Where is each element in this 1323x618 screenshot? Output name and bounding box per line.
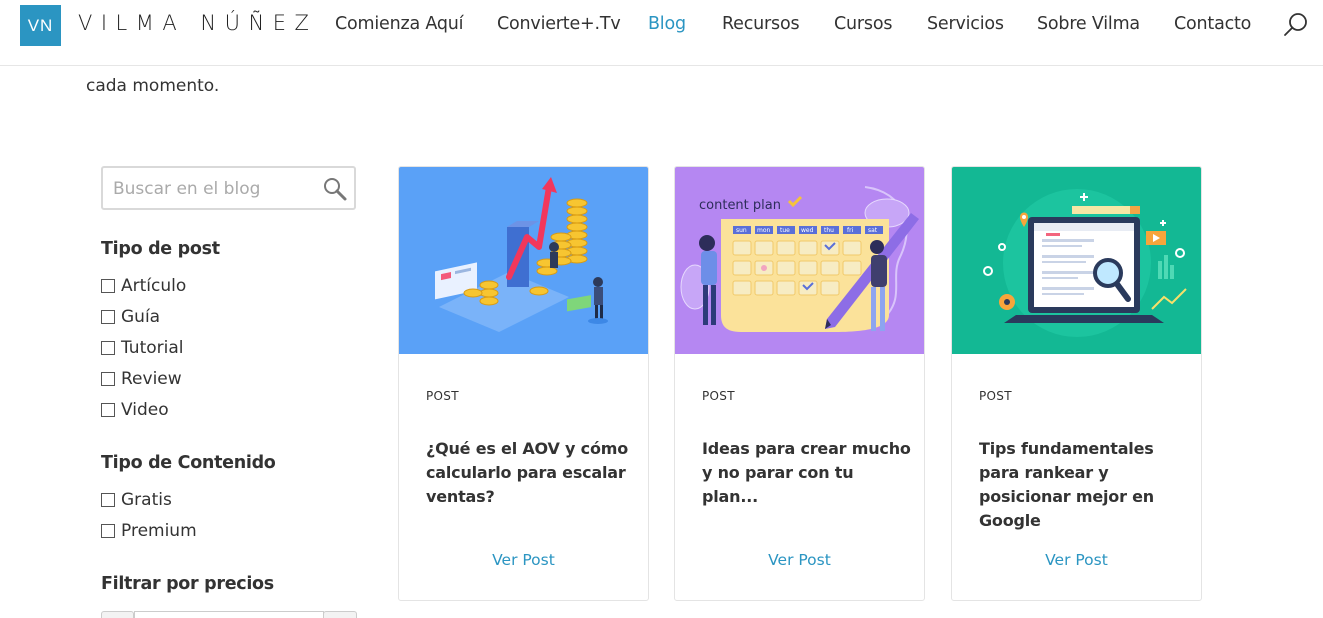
filter-label: Tutorial xyxy=(121,338,184,358)
post-image-seo-google[interactable] xyxy=(952,167,1201,354)
nav-item-sobre-vilma[interactable]: Sobre Vilma xyxy=(1037,14,1140,34)
filter-articulo[interactable]: Artículo xyxy=(101,275,186,297)
day-label: fri xyxy=(847,227,854,234)
checkbox[interactable] xyxy=(101,403,115,417)
nav-item-convierte[interactable]: Convierte+.Tv xyxy=(497,14,621,34)
nav-item-cursos[interactable]: Cursos xyxy=(834,14,892,34)
filter-tutorial[interactable]: Tutorial xyxy=(101,337,184,359)
checkbox[interactable] xyxy=(101,341,115,355)
checkbox[interactable] xyxy=(101,493,115,507)
intro-text: cada momento. xyxy=(86,76,220,96)
post-image-content-plan[interactable]: content plan sun mon tue wed thu fri sat xyxy=(675,167,924,354)
post-title[interactable]: Ideas para crear mucho y no parar con tu… xyxy=(702,437,912,509)
filter-label: Video xyxy=(121,400,169,420)
day-label: wed xyxy=(801,227,814,234)
filter-guia[interactable]: Guía xyxy=(101,306,160,328)
checkbox[interactable] xyxy=(101,310,115,324)
price-filter-heading: Filtrar por precios xyxy=(101,574,274,594)
ver-post-link[interactable]: Ver Post xyxy=(399,551,648,569)
logo-text[interactable]: VILMA NÚÑEZ xyxy=(78,11,317,35)
site-header: VN VILMA NÚÑEZ Comienza Aquí Convierte+.… xyxy=(0,0,1323,66)
nav-item-servicios[interactable]: Servicios xyxy=(927,14,1004,34)
post-card[interactable]: content plan sun mon tue wed thu fri sat xyxy=(674,166,925,601)
search-icon[interactable] xyxy=(1282,11,1310,39)
checkbox[interactable] xyxy=(101,524,115,538)
blog-search xyxy=(101,166,356,210)
filter-premium[interactable]: Premium xyxy=(101,520,197,542)
ver-post-link[interactable]: Ver Post xyxy=(952,551,1201,569)
price-slider-track[interactable] xyxy=(134,611,324,618)
post-card[interactable]: POST Tips fundamentales para rankear y p… xyxy=(951,166,1202,601)
day-label: thu xyxy=(824,227,834,234)
content-plan-illustration: content plan sun mon tue wed thu fri sat xyxy=(675,167,924,354)
logo-mark[interactable]: VN xyxy=(20,5,61,46)
post-type-tag: POST xyxy=(426,389,459,403)
filter-review[interactable]: Review xyxy=(101,368,182,390)
nav-item-comienza[interactable]: Comienza Aquí xyxy=(335,14,463,34)
day-label: sat xyxy=(868,227,878,234)
post-image-aov[interactable] xyxy=(399,167,648,354)
post-type-tag: POST xyxy=(979,389,1012,403)
magnifier-icon[interactable] xyxy=(322,176,348,202)
checkbox[interactable] xyxy=(101,372,115,386)
filter-label: Artículo xyxy=(121,276,187,296)
post-type-tag: POST xyxy=(702,389,735,403)
filter-label: Guía xyxy=(121,307,161,327)
day-label: sun xyxy=(736,227,747,234)
filter-video[interactable]: Video xyxy=(101,399,169,421)
seo-illustration xyxy=(952,167,1201,354)
aov-illustration xyxy=(399,167,648,354)
post-type-heading: Tipo de post xyxy=(101,239,220,259)
day-label: tue xyxy=(780,227,790,234)
day-label: mon xyxy=(757,227,771,234)
nav-item-contacto[interactable]: Contacto xyxy=(1174,14,1251,34)
price-slider-max-handle[interactable] xyxy=(323,611,357,618)
filter-label: Review xyxy=(121,369,182,389)
ver-post-link[interactable]: Ver Post xyxy=(675,551,924,569)
blog-search-input[interactable] xyxy=(113,176,313,202)
filter-label: Premium xyxy=(121,521,197,541)
post-card[interactable]: POST ¿Qué es el AOV y cómo calcularlo pa… xyxy=(398,166,649,601)
nav-item-blog[interactable]: Blog xyxy=(648,14,686,34)
content-plan-label: content plan xyxy=(699,198,781,213)
filter-label: Gratis xyxy=(121,490,172,510)
nav-item-recursos[interactable]: Recursos xyxy=(722,14,800,34)
post-title[interactable]: Tips fundamentales para rankear y posici… xyxy=(979,437,1189,533)
post-title[interactable]: ¿Qué es el AOV y cómo calcularlo para es… xyxy=(426,437,636,509)
price-slider-min-handle[interactable] xyxy=(101,611,134,618)
filter-gratis[interactable]: Gratis xyxy=(101,489,172,511)
checkbox[interactable] xyxy=(101,279,115,293)
content-type-heading: Tipo de Contenido xyxy=(101,453,276,473)
